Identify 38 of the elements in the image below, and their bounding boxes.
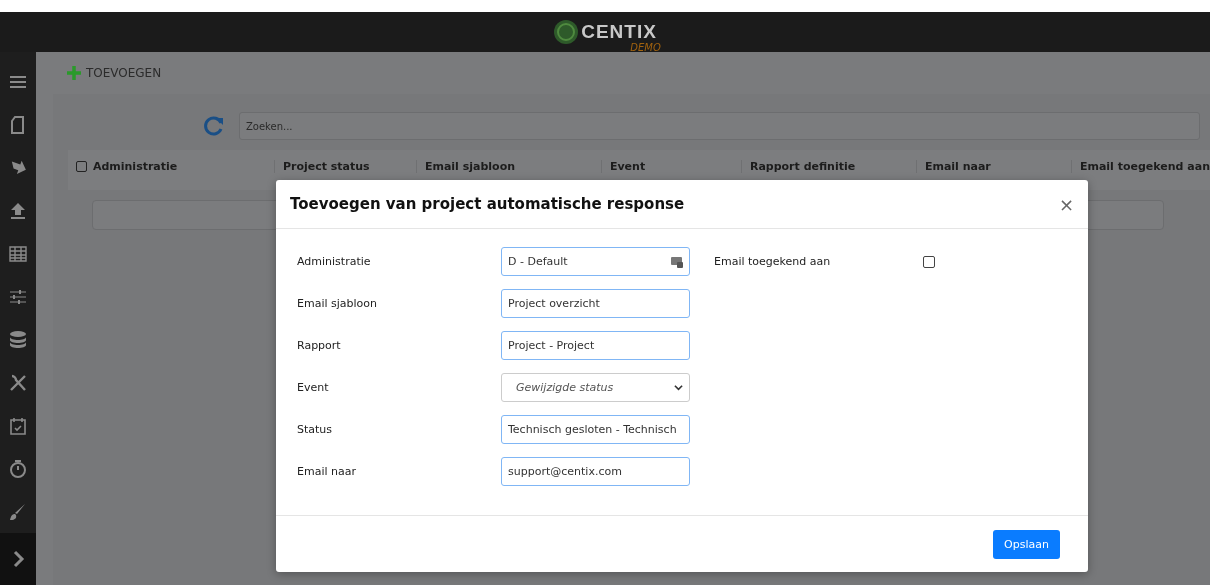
input-field[interactable]: Technisch gesloten - Technisch [501,415,690,444]
field-label: Email sjabloon [297,297,378,310]
field-label: Email toegekend aan [714,255,832,268]
input-field[interactable]: Project - Project [501,331,690,360]
add-button[interactable]: TOEVOEGEN [65,65,162,81]
column-header[interactable]: Administratie [92,160,178,173]
checkbox[interactable] [923,255,935,268]
logo-subtitle: DEMO [630,42,661,53]
input-field[interactable]: Project overzicht [501,289,690,318]
dialog-title: Toevoegen van project automatische response [290,195,685,213]
select-all-checkbox[interactable] [75,161,87,172]
lookup-icon[interactable] [671,255,683,268]
column-header[interactable]: Project status [282,160,370,173]
input-field[interactable]: support@centix.com [501,457,690,486]
close-button[interactable]: × [1058,193,1074,215]
database-icon[interactable] [7,329,28,350]
column-header[interactable]: Rapport definitie [749,160,856,173]
field-label: Administratie [297,255,372,268]
field-label: Status [297,423,334,436]
brush-icon[interactable] [7,501,28,522]
column-header[interactable]: Event [609,160,646,173]
plus-icon [65,65,82,81]
save-button[interactable]: Opslaan [993,529,1060,559]
lookup-field[interactable]: D - Default [501,247,690,276]
calendar-icon[interactable] [7,415,28,436]
event-dropdown[interactable]: Gewijzigde status [501,373,690,402]
stopwatch-icon[interactable] [7,458,28,479]
field-label: Email naar [297,465,357,478]
column-header[interactable]: Email sjabloon [424,160,516,173]
column-header[interactable]: Email naar [924,160,991,173]
grid-icon[interactable] [7,243,28,264]
field-label: Event [297,381,330,394]
caret-icon [674,383,683,392]
column-header[interactable]: Email toegekend aan [1079,160,1210,173]
field-label: Rapport [297,339,342,352]
logo-icon [553,19,580,45]
search-field[interactable]: Zoeken... [238,112,1200,140]
logo-text: CENTIX [581,21,657,43]
